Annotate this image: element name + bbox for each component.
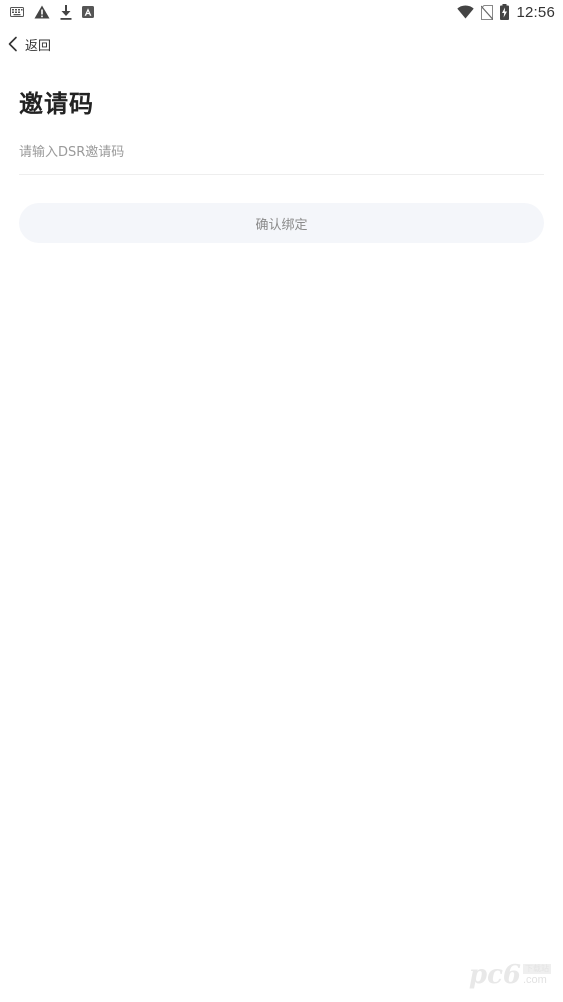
no-sim-icon — [481, 4, 494, 20]
chevron-left-icon — [7, 36, 19, 52]
watermark-logo: pc6 — [468, 960, 521, 990]
back-button[interactable]: 返回 — [7, 33, 51, 55]
page-title: 邀请码 — [19, 90, 94, 118]
keyboard-icon — [10, 7, 24, 17]
watermark-side: 下载站 .com — [523, 964, 551, 986]
watermark-cn: 下载站 — [523, 964, 551, 974]
watermark-domain: .com — [523, 974, 547, 986]
back-label: 返回 — [25, 38, 52, 54]
watermark: pc6 下载站 .com — [469, 962, 551, 988]
battery-charging-icon — [500, 4, 510, 20]
warning-icon — [34, 5, 50, 19]
invite-code-input[interactable] — [19, 134, 544, 170]
wifi-icon — [457, 5, 475, 19]
invite-code-field — [19, 134, 544, 175]
status-bar: 12:56 — [0, 0, 563, 24]
confirm-bind-button[interactable]: 确认绑定 — [19, 203, 544, 243]
download-icon — [60, 4, 72, 20]
status-right-icons: 12:56 — [457, 2, 555, 22]
status-time: 12:56 — [516, 3, 555, 21]
status-left-icons — [10, 4, 94, 20]
app-notification-icon — [82, 6, 94, 18]
